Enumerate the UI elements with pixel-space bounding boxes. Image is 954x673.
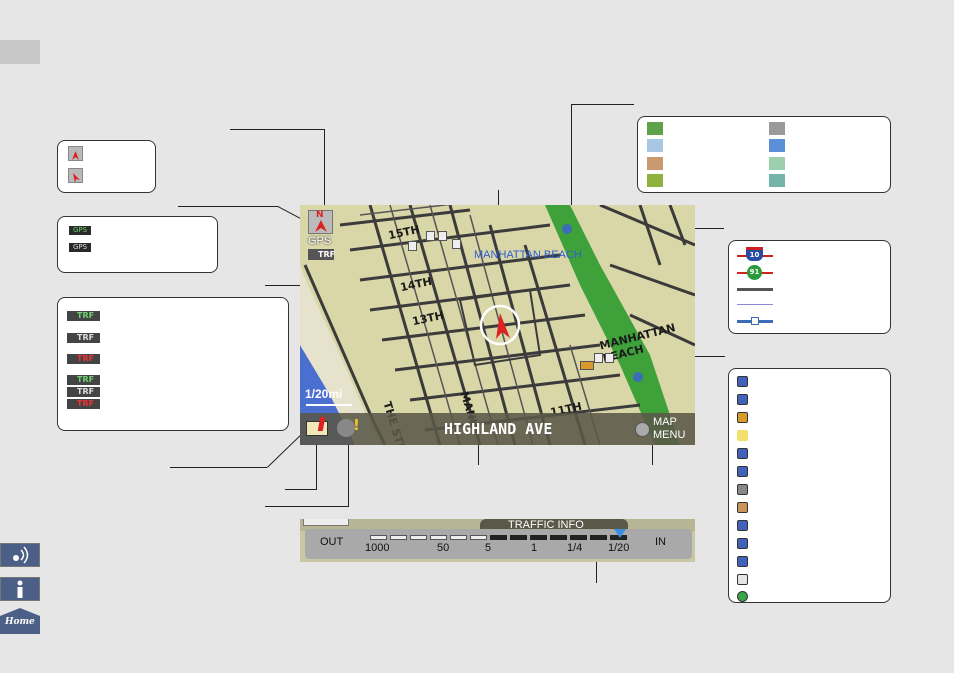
- current-road-name: HIGHLAND AVE: [444, 420, 553, 438]
- map-menu-label-line1[interactable]: MAP: [653, 416, 677, 429]
- scale-bar: [306, 404, 352, 406]
- road-info-bar: ! HIGHLAND AVE MAP MENU: [300, 413, 695, 445]
- navigation-map[interactable]: N GPS TRF 15TH 14TH 13TH THE STRAND MANH…: [300, 205, 695, 445]
- hospital-icon: [737, 538, 748, 549]
- zoom-segment[interactable]: [430, 535, 447, 540]
- restaurant-icon[interactable]: [594, 353, 603, 363]
- zoom-segment[interactable]: [590, 535, 607, 540]
- parking-lot-icon: [737, 448, 748, 459]
- traffic-off-icon: TRF: [67, 333, 100, 343]
- atm-icon[interactable]: [580, 361, 594, 370]
- university-swatch: [647, 157, 663, 170]
- map-graphics: [300, 205, 695, 445]
- joystick-icon[interactable]: [635, 422, 650, 437]
- traffic-disabled-white-icon: TRF: [67, 387, 100, 397]
- restaurant-icon[interactable]: [452, 239, 461, 249]
- voice-command-icon: [13, 546, 29, 564]
- dealer-icon: [737, 376, 748, 387]
- zoom-segment[interactable]: [510, 535, 527, 540]
- info-button[interactable]: [0, 577, 40, 601]
- traffic-alert-icon: !: [353, 416, 360, 434]
- road-legend: 10 91: [728, 240, 891, 334]
- zoom-segment[interactable]: [530, 535, 547, 540]
- gps-legend: GPS GPS: [57, 216, 218, 273]
- zoom-in-label[interactable]: IN: [655, 536, 666, 548]
- gps-active-icon: GPS: [69, 226, 91, 235]
- airport-swatch: [647, 139, 663, 152]
- zoom-scale-panel: OUT IN 1000 50 5 1 1/4 1/20: [305, 529, 692, 559]
- traffic-legend: TRF TRF TRF TRF TRF TRF: [57, 297, 289, 431]
- zoom-scale-label: 50: [437, 542, 450, 554]
- heading-up-icon: [68, 168, 83, 183]
- transit-icon: [737, 520, 748, 531]
- golf-swatch: [769, 157, 785, 170]
- gas-station-icon: [737, 430, 748, 441]
- traffic-error-icon: TRF: [67, 354, 100, 364]
- traffic-disabled-red-icon: TRF: [67, 399, 100, 409]
- map-scale[interactable]: 1/20mi: [305, 387, 342, 401]
- compass-north-icon: [68, 146, 83, 161]
- zoom-segment[interactable]: [370, 535, 387, 540]
- zoom-segment[interactable]: [390, 535, 407, 540]
- minor-road-line: [737, 304, 773, 305]
- zoom-scale-label: 1: [531, 542, 538, 554]
- restaurant-icon[interactable]: [426, 231, 435, 241]
- restaurant-icon[interactable]: [605, 353, 614, 363]
- zoom-position-marker-icon: [614, 529, 626, 538]
- state-route-shield-icon: 91: [747, 265, 762, 280]
- information-icon: [737, 591, 748, 602]
- park-swatch: [647, 122, 663, 135]
- area-label: MANHATTAN BEACH: [474, 249, 582, 261]
- zoom-scale-label: 5: [485, 542, 492, 554]
- zoom-segment[interactable]: [470, 535, 487, 540]
- compass-north-icon[interactable]: N: [308, 210, 333, 234]
- gps-inactive-icon: GPS: [69, 243, 91, 252]
- restaurant-icon: [737, 574, 748, 585]
- traffic-status-icon: TRF: [308, 249, 335, 260]
- compass-legend: [57, 140, 156, 193]
- atm-icon: [737, 412, 748, 423]
- military-swatch: [769, 174, 785, 187]
- major-road-line: [737, 288, 773, 291]
- traffic-zoom-strip: TRAFFIC INFO OUT IN 1000 50 5 1 1/4 1/20: [300, 519, 695, 562]
- zoom-out-label[interactable]: OUT: [320, 536, 343, 548]
- interstate-shield-icon: 10: [746, 247, 763, 261]
- zoom-scale-label: 1/4: [567, 542, 583, 554]
- traffic-on-icon: TRF: [67, 311, 100, 321]
- parking-garage-icon: [737, 466, 748, 477]
- restaurant-icon[interactable]: [408, 241, 417, 251]
- zoom-segment[interactable]: [410, 535, 427, 540]
- zoom-scale-label: 1/20: [608, 542, 630, 554]
- home-label: Home: [5, 617, 35, 627]
- water-swatch: [769, 139, 785, 152]
- zoom-segment[interactable]: [450, 535, 467, 540]
- ferry-icon: [751, 317, 759, 325]
- poi-legend: [728, 368, 891, 603]
- gps-icon: GPS: [308, 235, 332, 247]
- zoom-segment[interactable]: [490, 535, 507, 540]
- area-color-legend: [637, 116, 891, 193]
- city-swatch: [769, 122, 785, 135]
- map-menu-label-line2[interactable]: MENU: [653, 429, 685, 442]
- info-icon: [17, 580, 23, 598]
- forest-swatch: [647, 174, 663, 187]
- zoom-scale-label: 1000: [365, 542, 390, 554]
- dealer-alt-icon: [737, 394, 748, 405]
- traffic-disabled-green-icon: TRF: [67, 375, 100, 385]
- hotel-icon: [737, 502, 748, 513]
- section-tab[interactable]: [0, 40, 40, 64]
- restaurant-icon[interactable]: [438, 231, 447, 241]
- message-envelope-icon[interactable]: [306, 421, 328, 436]
- voice-command-button[interactable]: [0, 543, 40, 567]
- post-office-icon: [737, 484, 748, 495]
- train-station-icon: [737, 556, 748, 567]
- zoom-segment[interactable]: [550, 535, 567, 540]
- zoom-segment[interactable]: [570, 535, 587, 540]
- home-button[interactable]: Home: [0, 608, 40, 634]
